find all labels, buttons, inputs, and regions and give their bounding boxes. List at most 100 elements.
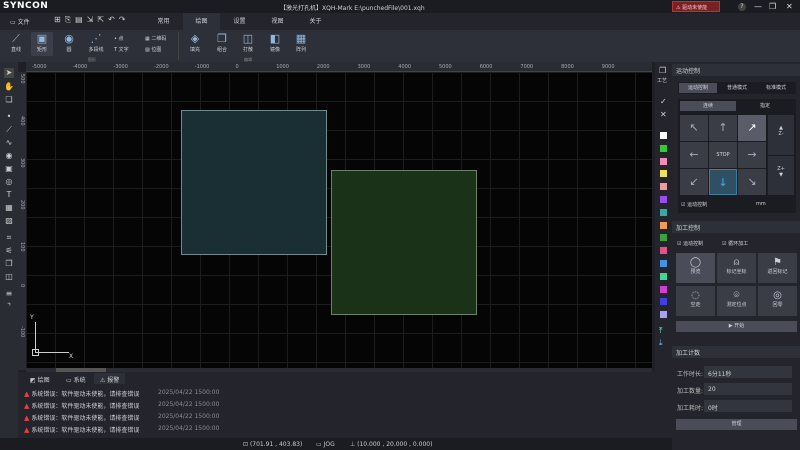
open-icon[interactable]: ⎘ [65,15,75,24]
layer-color-swatch[interactable] [660,234,667,242]
shape-rectangle-teal[interactable] [181,110,327,255]
layer-color-swatch[interactable] [660,208,667,216]
redo-icon[interactable]: ↷ [119,15,130,24]
jog-down-left[interactable]: ↙ [680,169,708,195]
shape-rectangle-green[interactable] [331,170,477,315]
restore-button[interactable]: ❐ [769,2,776,11]
layers-icon[interactable]: ❏ [4,95,14,105]
process-button-pin[interactable]: ⌾ 测定位点 [717,286,756,316]
point-icon[interactable]: • [4,112,14,122]
polyline-tool[interactable]: ⋰ 多段线 [85,32,107,53]
fill-icon[interactable]: ◫ [4,272,14,282]
help-button[interactable]: ? [738,3,746,11]
move-down-icon[interactable]: ⤓ [659,338,663,348]
rectangle-tool[interactable]: ▣ 矩形 [31,32,53,56]
move-up-icon[interactable]: ⤒ [659,326,663,336]
cross-icon[interactable]: ✕ [660,110,667,119]
text-tool[interactable]: T 文字 [114,46,129,53]
fill-tool[interactable]: ◈ 填充 [184,32,206,53]
group-tool[interactable]: ❐ 组合 [211,32,233,53]
fillet-icon[interactable]: ⌝ [4,302,14,312]
save-icon[interactable]: ▤ [75,15,87,24]
jog-up-left[interactable]: ↖ [680,115,708,141]
loop-process-checkbox[interactable]: ☑ 循环加工 [722,240,748,247]
tab-normal-mode[interactable]: 普通模式 [718,83,756,93]
tab-alarm[interactable]: ⚠ 报警 [94,373,126,384]
tab-motion[interactable]: 运动控制 [679,83,717,93]
polyline-icon[interactable]: ∿ [4,138,14,148]
crop-icon[interactable]: ⌗ [4,233,14,243]
alarm-message[interactable]: ▲ 系统错误：软件驱动未使能，请排查错误 2025/04/22 1500:00 [24,425,219,434]
layer-color-swatch[interactable] [660,247,667,255]
array-tool[interactable]: ▦ 阵列 [290,32,312,53]
process-button-return-flag[interactable]: ⚑ 返回标记 [758,253,797,283]
alarm-message[interactable]: ▲ 系统错误：软件驱动未使能，请排查错误 2025/04/22 1500:00 [24,413,219,422]
bitmap-icon[interactable]: ▨ [4,216,14,226]
process-button-home[interactable]: ◎ 回零 [758,286,797,316]
tab-about[interactable]: 关于 [297,13,334,30]
alarm-message[interactable]: ▲ 系统错误：软件驱动未使能，请排查错误 2025/04/22 1500:00 [24,401,219,410]
jog-up[interactable]: ↑ [709,115,737,141]
drawing-canvas[interactable]: Y X [26,72,652,370]
layer-color-swatch[interactable] [660,260,667,267]
select-icon[interactable]: ➤ [4,68,14,78]
layer-color-swatch[interactable] [660,157,667,165]
pan-hand-icon[interactable]: ✋ [4,82,14,92]
explode-tool[interactable]: ◫ 打散 [237,32,259,53]
circle-tool[interactable]: ◉ 圆 [58,32,80,53]
new-icon[interactable]: ⊞ [54,15,65,24]
circle-icon[interactable]: ◉ [4,151,14,161]
z-plus-button[interactable]: Z+ ▼ [768,156,794,195]
point-tool[interactable]: • 点 [114,35,124,42]
craft-icon[interactable]: ❐ [659,66,666,75]
layer-color-swatch[interactable] [660,272,667,280]
layer-color-swatch[interactable] [660,196,667,203]
tab-standard-mode[interactable]: 标准模式 [757,83,795,93]
layer-color-swatch[interactable] [660,285,667,293]
rectangle-icon[interactable]: ▣ [4,164,14,174]
jog-up-right[interactable]: ↗ [738,115,766,141]
check-icon[interactable]: ✓ [660,97,667,106]
export-icon[interactable]: ⇱ [97,15,108,24]
count-field[interactable]: 0时 [704,400,792,412]
import-icon[interactable]: ⇲ [87,15,98,24]
count-field[interactable]: 6分11秒 [704,366,792,378]
process-button-eye[interactable]: ◯ 预览 [676,253,715,283]
align-icon[interactable]: ≡ [4,289,14,299]
layer-color-swatch[interactable] [660,170,667,178]
manage-button[interactable]: 管理 [676,419,797,430]
z-minus-button[interactable]: ▲ Z- [768,115,794,155]
tab-common[interactable]: 常用 [145,13,182,30]
process-button-location[interactable]: ⍝ 标记坐标 [717,253,756,283]
minimize-button[interactable]: — [754,2,762,11]
mirror-tool[interactable]: ◧ 镜像 [264,32,286,53]
driver-alarm-badge[interactable]: ⚠ 驱动未使能 [672,1,720,12]
jog-down[interactable]: ↓ [709,169,737,195]
layer-color-swatch[interactable] [660,311,667,319]
close-button[interactable]: ✕ [786,2,793,11]
count-field[interactable]: 20 [704,383,792,395]
layer-color-swatch[interactable] [660,132,667,139]
tab-system[interactable]: ▭ 系统 [60,373,92,384]
copy-icon[interactable]: ❐ [4,259,14,269]
jog-left[interactable]: ← [680,142,708,168]
tab-drawing[interactable]: ◩ 绘图 [24,373,56,384]
qrcode-tool[interactable]: ▦ 二维码 [145,35,166,42]
file-menu[interactable]: ▭ 文件 [10,17,30,26]
motion-control-checkbox[interactable]: ☑ 运动控制 [677,240,703,247]
layer-color-swatch[interactable] [660,144,667,152]
tab-view[interactable]: 视图 [259,13,296,30]
layer-color-swatch[interactable] [660,183,667,191]
tab-settings[interactable]: 设置 [221,13,258,30]
alarm-message[interactable]: ▲ 系统错误：软件驱动未使能，请排查错误 2025/04/22 1500:00 [24,389,219,398]
bitmap-tool[interactable]: ▨ 位图 [145,46,161,53]
layer-color-swatch[interactable] [660,221,667,229]
node-icon[interactable]: ⚟ [4,246,14,256]
qrcode-icon[interactable]: ▦ [4,203,14,213]
layer-color-swatch[interactable] [660,298,667,306]
line-icon[interactable]: ⟋ [4,125,14,135]
continuous-mode[interactable]: 连续 [680,101,736,111]
motion-checkbox[interactable]: ☑ 运动控制 [681,201,707,208]
line-tool[interactable]: ⟋ 直线 [5,32,27,53]
jog-down-right[interactable]: ↘ [738,169,766,195]
